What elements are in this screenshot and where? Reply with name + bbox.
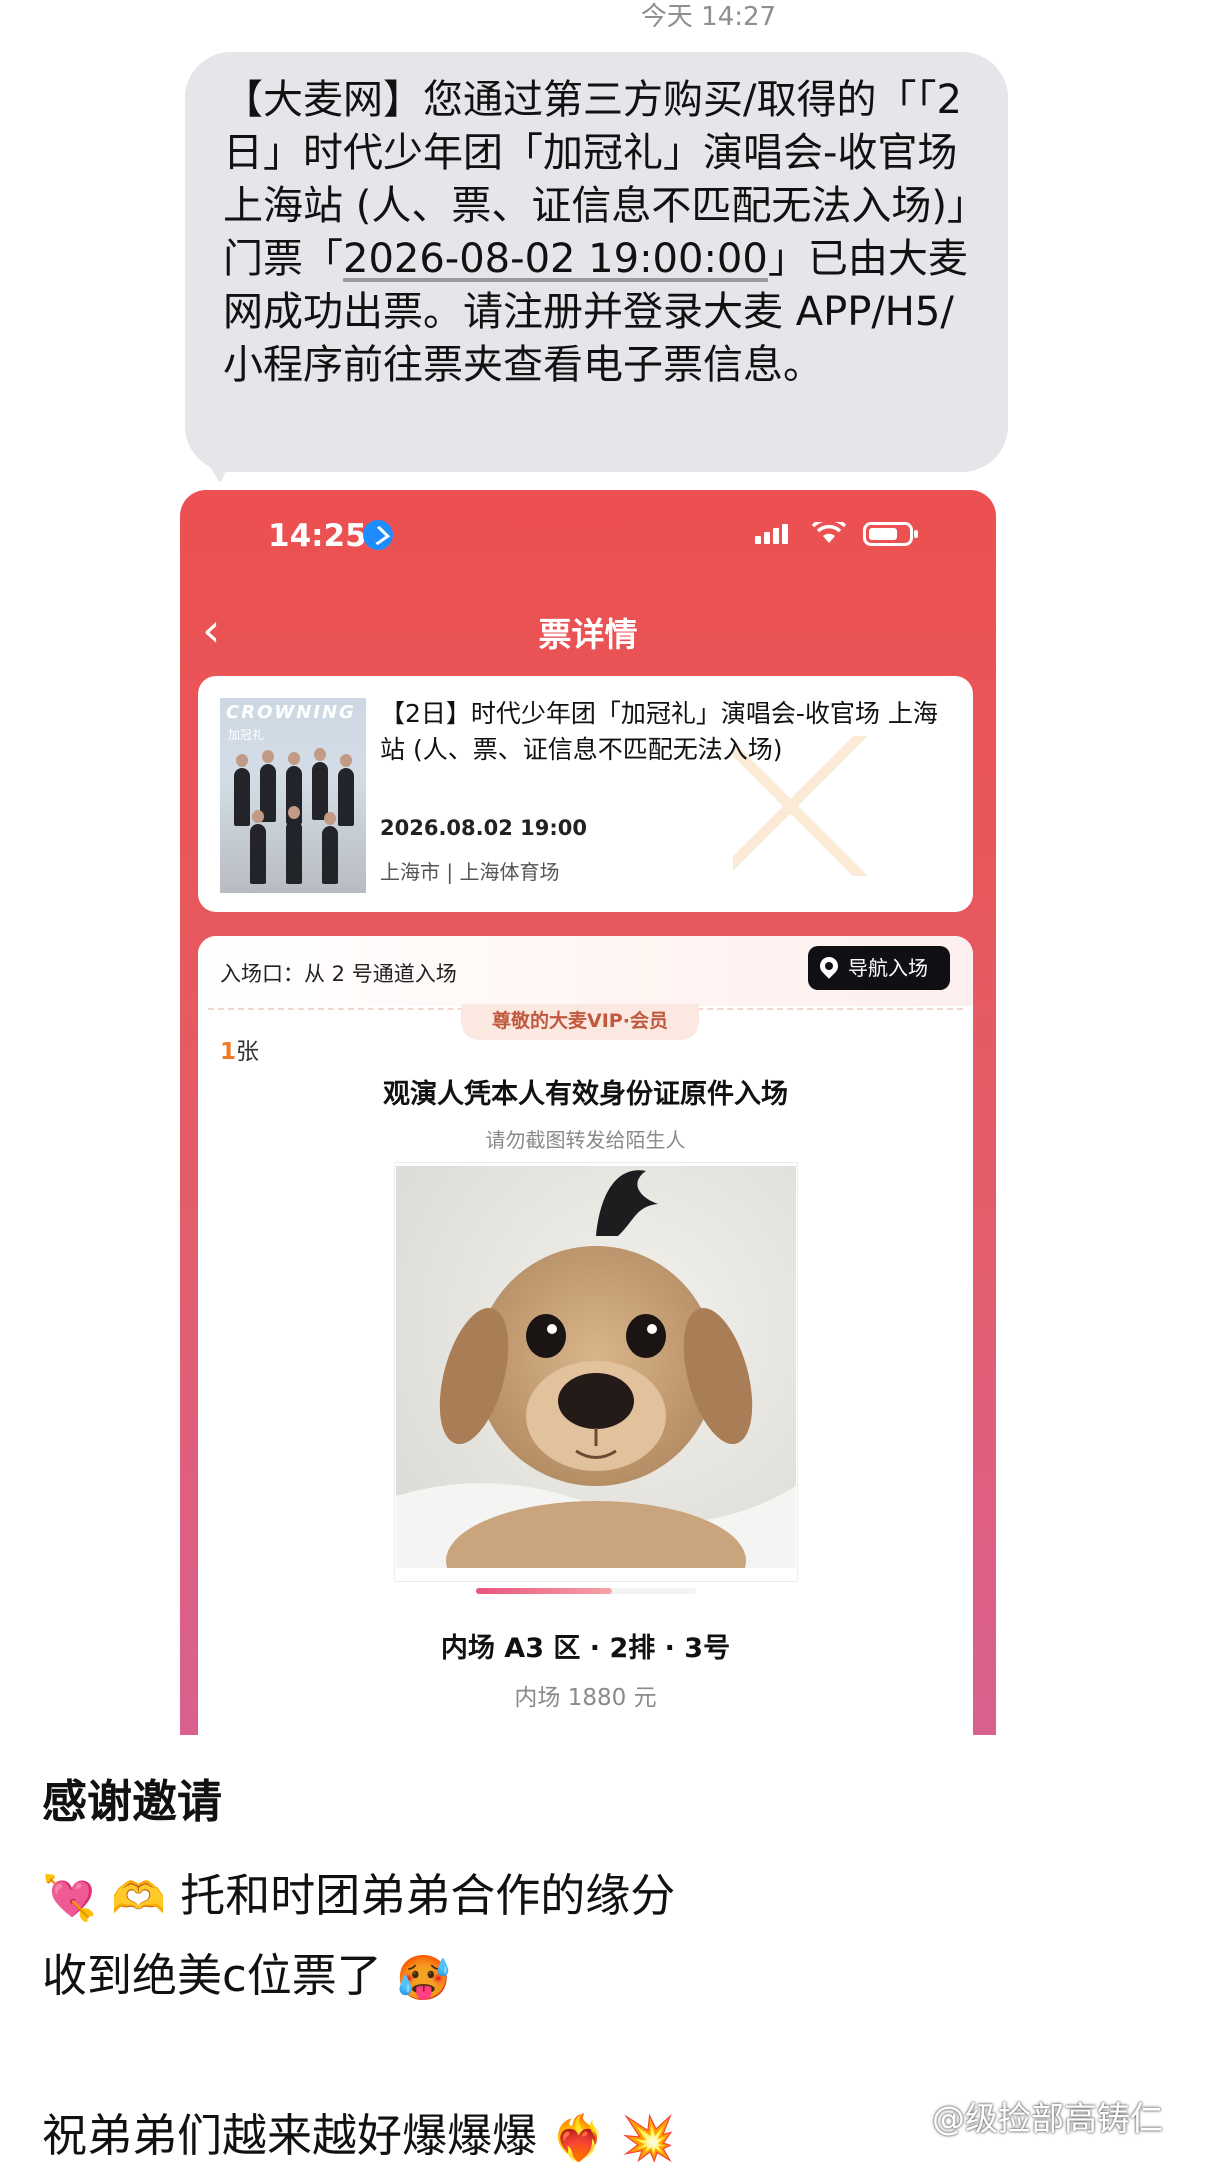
status-bar: 14:25 bbox=[180, 518, 996, 558]
puppy-image[interactable] bbox=[396, 1166, 796, 1568]
page-title: 票详情 bbox=[538, 615, 638, 654]
ticket-count-unit: 张 bbox=[236, 1039, 260, 1065]
poster-figure bbox=[322, 812, 338, 884]
post-line-3-text: 祝弟弟们越来越好爆爆爆 bbox=[42, 2109, 538, 2162]
event-venue: 上海市 | 上海体育场 bbox=[380, 860, 560, 884]
poster-figure bbox=[338, 754, 354, 826]
event-date: 2026.08.02 19:00 bbox=[380, 816, 588, 840]
ticket-count: 1张 bbox=[220, 1032, 259, 1066]
entrance-info: 入场口：从 2 号通道入场 bbox=[220, 962, 457, 986]
navigate-entry-button[interactable]: 导航入场 bbox=[808, 946, 950, 990]
hot-face-icon: 🥵 bbox=[396, 1953, 451, 2004]
progress-fill bbox=[476, 1588, 613, 1594]
poster-subtitle: 加冠礼 bbox=[228, 728, 265, 742]
battery-icon bbox=[863, 522, 918, 546]
heart-arrow-icon: 💘 bbox=[42, 1873, 97, 1924]
poster-figure bbox=[234, 754, 250, 826]
collision-icon: 💥 bbox=[620, 2113, 676, 2164]
poster-figure bbox=[312, 748, 328, 820]
signal-icon bbox=[755, 524, 791, 544]
wifi-icon bbox=[812, 522, 846, 543]
event-title: 【2日】时代少年团「加冠礼」演唱会-收官场 上海站 (人、票、证信息不匹配无法入… bbox=[380, 699, 938, 764]
poster-logo-text: CROWNING bbox=[226, 702, 356, 723]
refresh-progress-bar bbox=[476, 1588, 696, 1594]
nav-bar: ‹ 票详情 bbox=[180, 602, 996, 662]
ticket-screenshot: 14:25 ‹ 票详情 CROWNING 加冠礼 【2日】时代少年团「加冠礼」演… bbox=[180, 490, 996, 1735]
post-line-1: 💘 🫶 托和时团弟弟合作的缘分 bbox=[42, 1866, 1192, 1929]
post-line-2-text: 收到绝美c位票了 bbox=[42, 1949, 382, 2002]
weibo-watermark: @级捡部高铸仁 bbox=[932, 2099, 1163, 2138]
seat-info: 内场 A3 区 · 2排 · 3号 bbox=[440, 1633, 731, 1664]
event-card[interactable]: CROWNING 加冠礼 【2日】时代少年团「加冠礼」演唱会-收官场 上海站 (… bbox=[198, 676, 973, 912]
sms-message-bubble[interactable]: 【大麦网】您通过第三方购买/取得的「「2日」时代少年团「加冠礼」演唱会-收官场 … bbox=[185, 52, 1008, 472]
heart-hands-icon: 🫶 bbox=[111, 1873, 166, 1924]
vip-badge: 尊敬的大麦VIP·会员 bbox=[461, 1004, 699, 1040]
map-pin-icon bbox=[816, 953, 842, 979]
heart-on-fire-icon: ❤️‍🔥 bbox=[551, 2113, 607, 2164]
poster-figure bbox=[250, 810, 266, 884]
screenshot-warning: 请勿截图转发给陌生人 bbox=[485, 1128, 686, 1152]
ticket-header: 入场口：从 2 号通道入场 导航入场 bbox=[198, 936, 973, 1006]
post-title: 感谢邀请 bbox=[42, 1775, 223, 1828]
ticket-card: 入场口：从 2 号通道入场 导航入场 尊敬的大麦VIP·会员 1张 观演人凭本人… bbox=[198, 936, 973, 1735]
post-line-2: 收到绝美c位票了 🥵 bbox=[42, 1946, 1192, 2009]
ticket-price: 内场 1880 元 bbox=[514, 1685, 657, 1711]
id-rule-text: 观演人凭本人有效身份证原件入场 bbox=[383, 1079, 788, 1110]
status-time: 14:25 bbox=[268, 518, 367, 554]
ticket-count-number: 1 bbox=[220, 1039, 237, 1065]
message-timestamp: 今天 14:27 bbox=[640, 2, 777, 32]
poster-figure bbox=[286, 806, 302, 884]
navigate-entry-label: 导航入场 bbox=[848, 956, 928, 980]
location-arrow-icon bbox=[363, 520, 393, 550]
sms-datetime-link[interactable]: 2026-08-02 19:00:00 bbox=[343, 236, 768, 282]
event-poster: CROWNING 加冠礼 bbox=[220, 698, 366, 893]
post-line-1-text: 托和时团弟弟合作的缘分 bbox=[180, 1869, 676, 1922]
